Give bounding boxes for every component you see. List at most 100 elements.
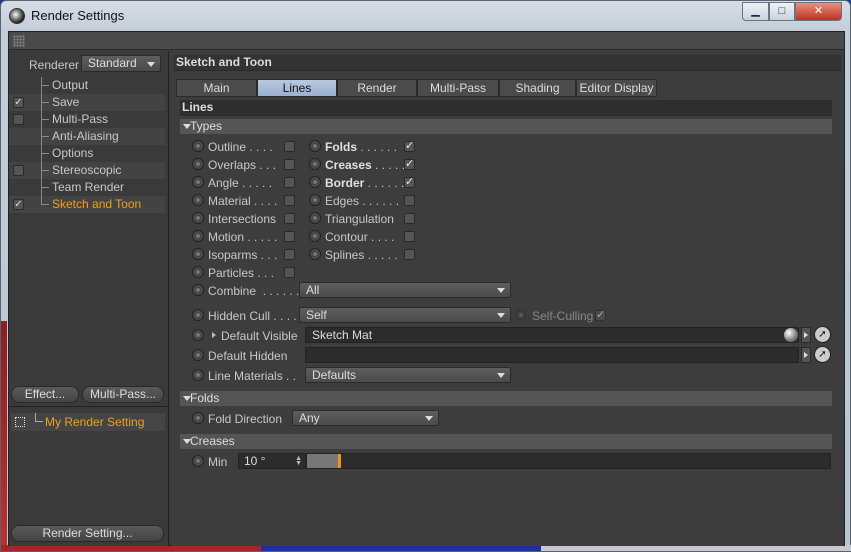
animate-radio[interactable]	[192, 248, 204, 260]
animate-radio[interactable]	[192, 284, 204, 296]
type-checkbox[interactable]	[404, 195, 415, 206]
renderer-row: Renderer Standard	[9, 54, 169, 74]
renderer-dropdown[interactable]: Standard	[81, 55, 161, 72]
type-checkbox[interactable]: ✓	[404, 159, 415, 170]
type-checkbox[interactable]	[284, 177, 295, 188]
expand-arrow-icon[interactable]	[212, 332, 216, 338]
chevron-down-icon	[497, 288, 505, 293]
group-header-types[interactable]: Types	[180, 119, 832, 134]
animate-radio[interactable]	[309, 248, 321, 260]
combine-dropdown[interactable]: All	[299, 282, 511, 298]
close-button[interactable]: ✕	[795, 2, 842, 21]
type-checkbox[interactable]	[404, 249, 415, 260]
section-header-lines: Lines	[180, 100, 832, 116]
type-name: Splines	[325, 248, 365, 262]
link-menu-button[interactable]	[801, 347, 811, 363]
tree-item-checkbox[interactable]: ✓	[13, 199, 24, 210]
line-materials-dropdown[interactable]: Defaults	[305, 367, 511, 383]
tab-main[interactable]: Main	[176, 79, 257, 97]
tree-item[interactable]: Multi-Pass	[9, 111, 165, 128]
type-name: Edges	[325, 194, 360, 208]
type-checkbox[interactable]	[284, 213, 295, 224]
pick-arrow-icon[interactable]: ➚	[814, 346, 831, 363]
type-checkbox[interactable]: ✓	[404, 177, 415, 188]
type-label: Splines . . . . .	[325, 248, 398, 262]
tree-item[interactable]: ✓ Sketch and Toon	[9, 196, 165, 213]
type-checkbox[interactable]	[284, 141, 295, 152]
render-setting-item[interactable]: My Render Setting	[11, 413, 165, 431]
tree-item[interactable]: Options	[9, 145, 165, 162]
animate-radio[interactable]	[192, 412, 204, 424]
default-hidden-field[interactable]	[305, 347, 799, 363]
type-checkbox[interactable]	[404, 231, 415, 242]
type-checkbox[interactable]	[284, 267, 295, 278]
slider-handle[interactable]	[338, 454, 341, 468]
link-menu-button[interactable]	[801, 327, 811, 343]
type-checkbox[interactable]	[404, 213, 415, 224]
min-angle-input[interactable]: 10 ° ▲ ▼	[238, 453, 306, 469]
tree-item[interactable]: ✓ Save	[9, 94, 165, 111]
tab-editor-display[interactable]: Editor Display	[576, 79, 657, 97]
animate-radio[interactable]	[192, 212, 204, 224]
animate-radio[interactable]	[192, 309, 204, 321]
type-checkbox[interactable]	[284, 195, 295, 206]
tree-item-checkbox[interactable]: ✓	[13, 97, 24, 108]
collapse-triangle-icon	[183, 124, 191, 129]
type-checkbox[interactable]	[284, 231, 295, 242]
tab-lines[interactable]: Lines	[257, 79, 337, 97]
animate-radio[interactable]	[192, 369, 204, 381]
effect-button[interactable]: Effect...	[11, 386, 79, 403]
tree-item-label: Anti-Aliasing	[52, 129, 119, 143]
render-setting-button[interactable]: Render Setting...	[11, 525, 164, 542]
type-label: Isoparms . . .	[208, 248, 278, 262]
collapse-triangle-icon	[183, 439, 191, 444]
animate-radio[interactable]	[192, 194, 204, 206]
tab-shading[interactable]: Shading	[499, 79, 576, 97]
spinner-arrows-icon[interactable]: ▲ ▼	[295, 455, 302, 467]
self-culling-radio[interactable]	[516, 310, 526, 320]
animate-radio[interactable]	[192, 230, 204, 242]
self-culling-checkbox[interactable]: ✓	[595, 310, 606, 321]
animate-radio[interactable]	[192, 329, 204, 341]
animate-radio[interactable]	[192, 349, 204, 361]
chevron-down-icon	[497, 313, 505, 318]
type-checkbox[interactable]	[284, 159, 295, 170]
animate-radio[interactable]	[309, 212, 321, 224]
hidden-cull-dropdown[interactable]: Self	[299, 307, 511, 323]
tree-item[interactable]: Output	[9, 77, 165, 94]
tab-multi-pass[interactable]: Multi-Pass	[417, 79, 499, 97]
tree-branch	[41, 77, 49, 86]
tree-item-checkbox[interactable]	[13, 165, 24, 176]
min-angle-slider[interactable]	[306, 453, 831, 469]
animate-radio[interactable]	[192, 158, 204, 170]
animate-radio[interactable]	[309, 140, 321, 152]
tree-item-label: Multi-Pass	[52, 112, 109, 126]
animate-radio[interactable]	[309, 230, 321, 242]
tree-item[interactable]: Stereoscopic	[9, 162, 165, 179]
animate-radio[interactable]	[309, 158, 321, 170]
animate-radio[interactable]	[192, 266, 204, 278]
pick-arrow-icon[interactable]: ➚	[814, 326, 831, 343]
maximize-button[interactable]: □	[769, 2, 795, 21]
line-materials-value: Defaults	[312, 368, 357, 382]
tree-item[interactable]: Anti-Aliasing	[9, 128, 165, 145]
type-checkbox[interactable]	[284, 249, 295, 260]
minimize-button[interactable]: ▁	[742, 2, 769, 21]
default-visible-field[interactable]: Sketch Mat	[305, 327, 799, 343]
fold-direction-dropdown[interactable]: Any	[292, 410, 439, 426]
title-bar[interactable]: Render Settings ▁ □ ✕	[1, 1, 850, 31]
type-checkbox[interactable]: ✓	[404, 141, 415, 152]
animate-radio[interactable]	[309, 176, 321, 188]
group-header-folds[interactable]: Folds	[180, 391, 832, 406]
group-header-creases[interactable]: Creases	[180, 434, 832, 449]
animate-radio[interactable]	[192, 455, 204, 467]
tab-render[interactable]: Render	[337, 79, 417, 97]
animate-radio[interactable]	[192, 140, 204, 152]
multipass-button[interactable]: Multi-Pass...	[82, 386, 164, 403]
tree-item-checkbox[interactable]	[13, 114, 24, 125]
animate-radio[interactable]	[309, 194, 321, 206]
type-label: Motion . . . . .	[208, 230, 278, 244]
animate-radio[interactable]	[192, 176, 204, 188]
tree-item[interactable]: Team Render	[9, 179, 165, 196]
grip-icon[interactable]	[13, 35, 25, 47]
